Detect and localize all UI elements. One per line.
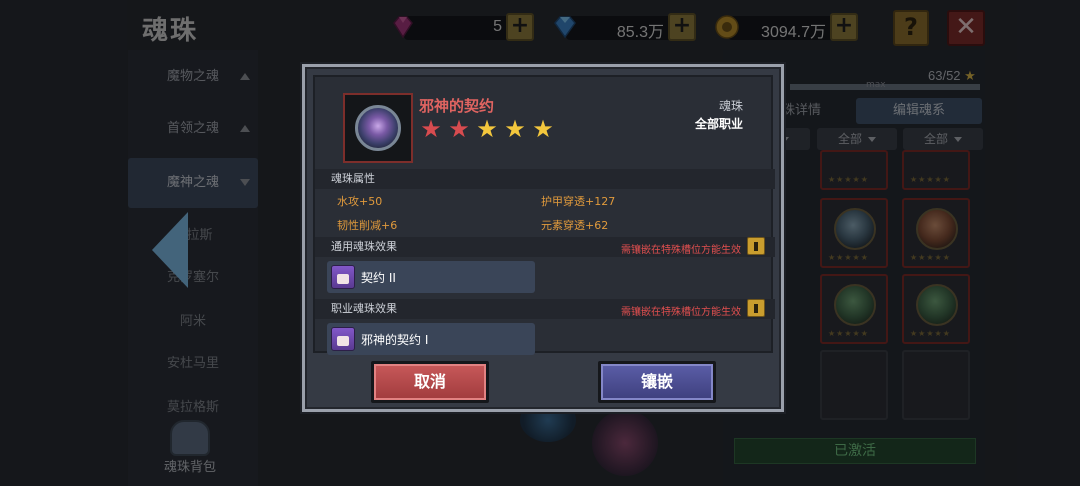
gold-star-icon: ★ bbox=[504, 115, 526, 143]
embed-button[interactable]: 镶嵌 bbox=[598, 361, 716, 403]
soul-orb-detail-dialog: 邪神的契约 ★ ★ ★ ★ ★ 魂珠 全部职业 魂珠属性 水攻+50 护甲穿透+127 … bbox=[302, 64, 784, 412]
job-effect-item[interactable]: 邪神的契约 I bbox=[327, 323, 535, 355]
general-effect-requirement: 需镶嵌在特殊槽位方能生效 bbox=[621, 245, 741, 256]
attribute-item: 水攻+50 bbox=[337, 195, 383, 208]
soul-orb-portrait bbox=[343, 93, 413, 163]
general-effect-label: 契约 II bbox=[361, 271, 396, 285]
gold-star-icon: ★ bbox=[532, 115, 554, 143]
job-restriction: 全部职业 bbox=[694, 117, 743, 131]
soul-orb-name: 邪神的契约 bbox=[419, 97, 495, 115]
red-star-icon: ★ bbox=[420, 115, 442, 143]
soul-orb-icon bbox=[355, 105, 401, 151]
lock-info-icon[interactable] bbox=[747, 237, 765, 255]
attribute-item: 元素穿透+62 bbox=[541, 219, 609, 232]
attribute-item: 护甲穿透+127 bbox=[541, 195, 616, 208]
dialog-content: 邪神的契约 ★ ★ ★ ★ ★ 魂珠 全部职业 魂珠属性 水攻+50 护甲穿透+127 … bbox=[313, 75, 775, 355]
general-effect-item[interactable]: 契约 II bbox=[327, 261, 535, 293]
job-effect-label: 邪神的契约 I bbox=[361, 333, 429, 347]
demon-avatar-icon bbox=[331, 265, 355, 289]
star-rating: ★ ★ ★ ★ ★ bbox=[419, 117, 559, 141]
red-star-icon: ★ bbox=[448, 115, 470, 143]
attribute-item: 韧性削减+6 bbox=[337, 219, 398, 232]
job-effect-requirement: 需镶嵌在特殊槽位方能生效 bbox=[621, 307, 741, 318]
cancel-button[interactable]: 取消 bbox=[371, 361, 489, 403]
demon-avatar-icon bbox=[331, 327, 355, 351]
gold-star-icon: ★ bbox=[476, 115, 498, 143]
lock-info-icon[interactable] bbox=[747, 299, 765, 317]
item-type: 魂珠 bbox=[718, 99, 743, 113]
attributes-header: 魂珠属性 bbox=[315, 169, 775, 189]
